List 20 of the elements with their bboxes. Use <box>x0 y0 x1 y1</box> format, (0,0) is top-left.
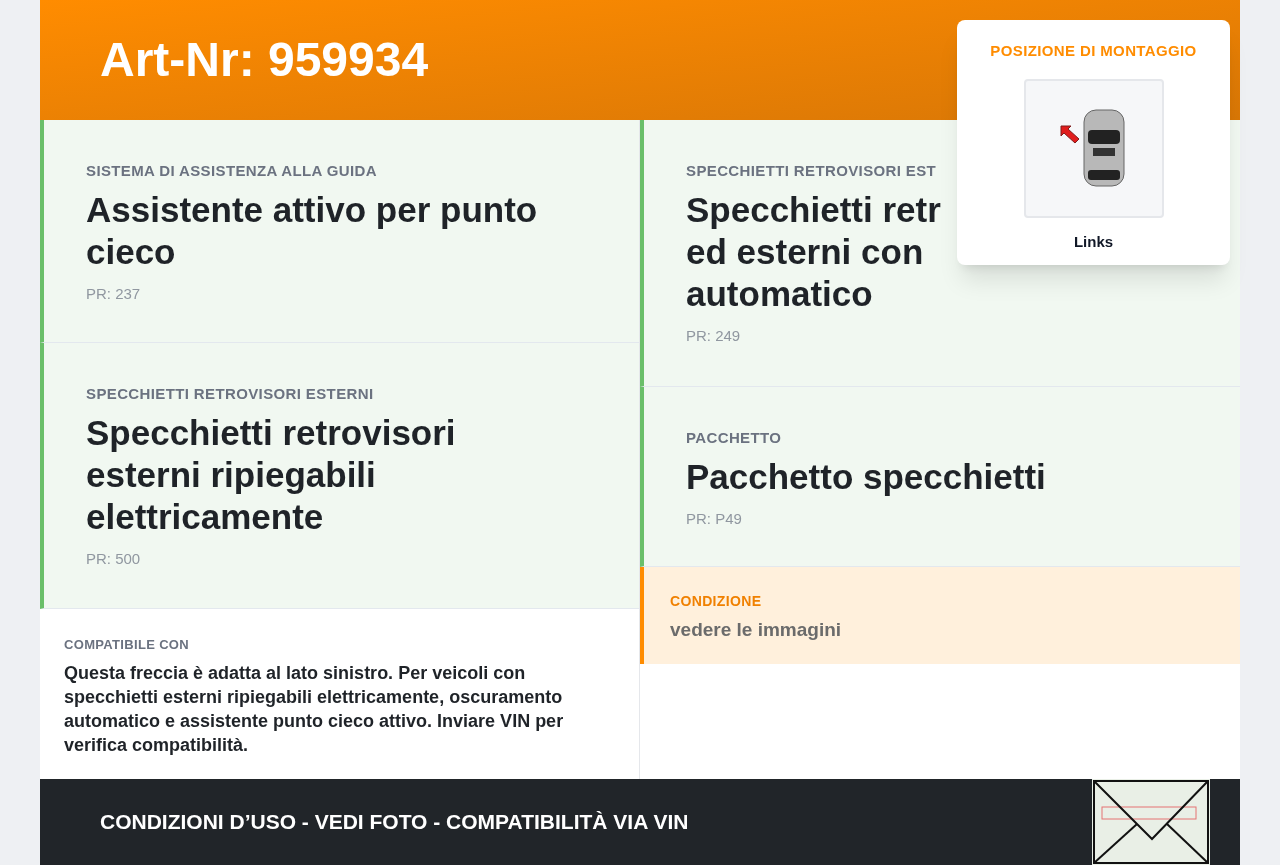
feature-title: Assistente attivo per punto cieco <box>86 188 538 273</box>
compatibility-text: Questa freccia è adatta al lato sinistro. Per veicoli con specchietti esterni ripiegabili elettricamente, oscuramento automatico e assistente punto cieco attivo. Inviare VIN per verifica compatibilità. <box>64 661 565 757</box>
feature-title: Specchietti retrovisori esterni ripiegabili elettricamente <box>86 411 456 538</box>
footer-text: CONDIZIONI D’USO - VEDI FOTO - COMPATIBILITÀ VIA VIN <box>100 809 689 836</box>
article-number: Art-Nr: 959934 <box>100 32 429 88</box>
mounting-side: Links <box>1073 231 1114 252</box>
feature-title: Specchietti retr ed esterni con automatico <box>686 188 941 315</box>
feature-category: SISTEMA DI ASSISTENZA ALLA GUIDA <box>86 161 378 181</box>
pr-code: PR: 249 <box>686 325 742 346</box>
pr-code: PR: P49 <box>686 508 743 529</box>
pr-code: PR: 237 <box>86 283 142 304</box>
compatibility-label: COMPATIBILE CON <box>64 636 190 654</box>
feature-title: Pacchetto specchietti <box>686 455 1046 498</box>
condition-label: CONDIZIONE <box>670 592 763 611</box>
mounting-title: POSIZIONE DI MONTAGGIO <box>990 41 1197 61</box>
condition-text: vedere le immagini <box>670 618 843 642</box>
feature-category: PACCHETTO <box>686 428 783 448</box>
feature-category: SPECCHIETTI RETROVISORI ESTERNI <box>86 384 375 404</box>
pr-code: PR: 500 <box>86 548 142 569</box>
feature-category: SPECCHIETTI RETROVISORI EST <box>686 161 938 181</box>
